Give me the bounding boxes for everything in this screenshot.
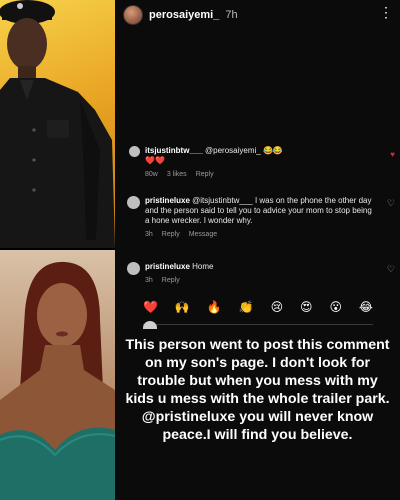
comment-username[interactable]: pristineluxe	[145, 262, 190, 271]
more-options-icon[interactable]: ⋮	[379, 4, 393, 21]
emoji-raised-hands[interactable]: 🙌	[175, 300, 190, 314]
input-avatar	[143, 321, 157, 329]
liked-heart-icon[interactable]: ♥	[390, 150, 395, 160]
comment-emojis: ❤️❤️	[145, 156, 165, 165]
like-heart-icon[interactable]: ♡	[387, 264, 395, 274]
comment: itsjustinbtw___ @perosaiyemi_ 😂😂 ❤️❤️ 80…	[129, 146, 395, 180]
story-username[interactable]: perosaiyemi_	[149, 9, 219, 21]
photo-column	[0, 0, 115, 500]
emoji-laughing[interactable]: 😂	[359, 300, 373, 314]
comment-age: 3h	[145, 231, 153, 238]
emoji-fire[interactable]: 🔥	[207, 300, 222, 314]
comment-meta: 3h Reply Message	[145, 230, 375, 240]
comment-text: Home	[192, 262, 214, 271]
comment-avatar[interactable]	[127, 262, 140, 275]
comment-text: @perosaiyemi_ 😂😂	[205, 146, 283, 155]
comment-likes[interactable]: 3 likes	[167, 170, 187, 180]
like-heart-icon[interactable]: ♡	[387, 198, 395, 208]
reply-link[interactable]: Reply	[162, 230, 180, 240]
comment-meta: 3h Reply	[145, 276, 375, 286]
emoji-heart[interactable]: ❤️	[143, 300, 158, 314]
story-time: 7h	[225, 9, 238, 21]
emoji-surprised[interactable]: 😮	[329, 300, 342, 314]
story-caption: This person went to post this comment on…	[125, 337, 390, 443]
comment-age: 3h	[145, 277, 153, 284]
emoji-clap[interactable]: 👏	[239, 300, 254, 314]
comment-input-edge[interactable]	[143, 321, 373, 334]
emoji-sad[interactable]: 😢	[271, 300, 284, 314]
emoji-reaction-bar: ❤️ 🙌 🔥 👏 😢 😍 😮 😂	[143, 300, 373, 314]
story-header: perosaiyemi_ 7h	[123, 4, 238, 26]
emoji-heart-eyes[interactable]: 😍	[300, 300, 313, 314]
reply-link[interactable]: Reply	[162, 276, 180, 286]
comment-age: 80w	[145, 171, 158, 178]
comment: pristineluxe Home 3h Reply ♡	[127, 262, 395, 286]
story-avatar[interactable]	[123, 5, 143, 25]
reply-link[interactable]: Reply	[196, 170, 214, 180]
photo-woman	[0, 250, 115, 500]
comment-username[interactable]: itsjustinbtw___	[145, 146, 203, 155]
comment-avatar[interactable]	[129, 146, 140, 157]
woman-illustration	[0, 261, 115, 500]
photo-man	[0, 0, 115, 248]
man-illustration	[0, 0, 115, 248]
comment: pristineluxe @itsjustinbtw___ I was on t…	[127, 196, 395, 240]
comment-username[interactable]: pristineluxe	[145, 196, 190, 205]
comment-avatar[interactable]	[127, 196, 140, 209]
comment-meta: 80w 3 likes Reply	[145, 170, 375, 180]
message-link[interactable]: Message	[189, 230, 217, 240]
